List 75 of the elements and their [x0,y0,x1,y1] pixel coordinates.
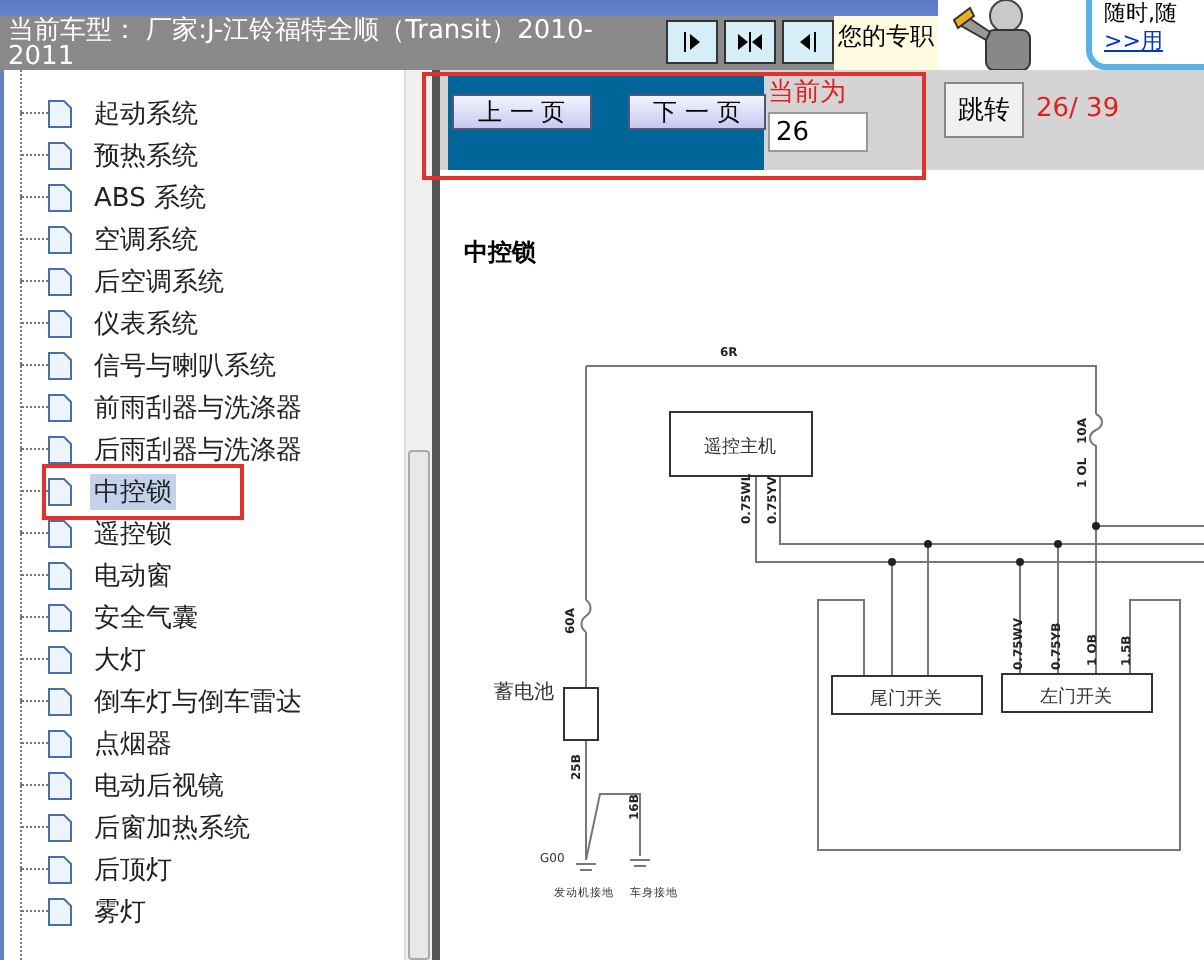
promo-box-text: 随时,随 [1104,0,1179,28]
vehicle-title: 当前车型： 厂家:J-江铃福特全顺（Transit）2010-2011 [0,16,660,70]
arrow-left-icon [796,32,820,52]
panel-toggle-button[interactable] [782,20,834,64]
arrows-inward-icon [738,32,762,52]
tree-item[interactable]: 空调系统 [90,221,202,257]
component-label: 左门开关 [1040,688,1112,708]
tree-item[interactable]: 后雨刮器与洗涤器 [90,431,306,467]
junction-dot [1054,540,1062,548]
component-label: 蓄电池 [494,682,554,704]
tree-item[interactable]: 遥控锁 [90,515,176,551]
tree-item[interactable]: 倒车灯与倒车雷达 [90,683,306,719]
tree-item[interactable]: ABS 系统 [90,179,210,215]
diagram-heading: 中控锁 [464,236,536,270]
junction-dot [1092,522,1100,530]
document-icon [48,519,72,547]
promo-link[interactable]: >>用 [1104,28,1163,54]
tree-item[interactable]: 雾灯 [90,893,150,929]
document-icon [48,855,72,883]
component-label: 遥控主机 [704,438,776,458]
component-box [669,411,813,477]
next-page-button[interactable]: 下 一 页 [627,94,767,130]
document-icon [48,813,72,841]
tree-item[interactable]: 信号与喇叭系统 [90,347,280,383]
battery-symbol [563,687,599,741]
tree-item[interactable]: 后空调系统 [90,263,228,299]
ground-symbol [629,859,651,867]
document-icon [48,309,72,337]
tree-item[interactable]: 起动系统 [90,95,202,131]
document-icon [48,351,72,379]
document-icon [48,687,72,715]
document-icon [48,99,72,127]
previous-page-button[interactable]: 上 一 页 [452,94,592,130]
document-icon [48,393,72,421]
document-icon [48,267,72,295]
tree-item[interactable]: 电动窗 [90,557,176,593]
tree-item[interactable]: 大灯 [90,641,150,677]
tree-item[interactable]: 仪表系统 [90,305,202,341]
current-page-label: 当前为 [768,80,848,108]
panel-toggle-button[interactable] [666,20,718,64]
document-icon [48,603,72,631]
arrow-right-icon [680,32,704,52]
jump-button[interactable]: 跳转 [944,82,1024,138]
document-icon [48,897,72,925]
tree-item[interactable]: 后窗加热系统 [90,809,254,845]
promo-text: 您的专职 [834,16,938,70]
fuse-symbol [1089,413,1103,463]
scrollbar-thumb[interactable] [408,450,430,960]
tree-item[interactable]: 点烟器 [90,725,176,761]
document-icon [48,141,72,169]
document-icon [48,729,72,757]
tree-item[interactable]: 预热系统 [90,137,202,173]
document-icon [48,771,72,799]
fuse-symbol [580,599,592,633]
tree-item[interactable]: 后顶灯 [90,851,176,887]
document-icon [48,435,72,463]
junction-dot [924,540,932,548]
tree-item[interactable]: 前雨刮器与洗涤器 [90,389,306,425]
tree-item[interactable]: 电动后视镜 [90,767,228,803]
document-icon [48,183,72,211]
panel-toggle-button[interactable] [724,20,776,64]
page-input[interactable]: 26 [768,112,868,152]
ground-symbol [575,863,597,871]
junction-dot [888,558,896,566]
document-icon [48,477,72,505]
tree-item[interactable]: 中控锁 [90,473,176,509]
page-count: 26/ 39 [1036,94,1120,124]
scrollbar[interactable] [404,70,432,960]
document-icon [48,645,72,673]
component-label: 尾门开关 [870,690,942,710]
tree-item[interactable]: 安全气囊 [90,599,202,635]
junction-dot [1016,558,1024,566]
document-icon [48,561,72,589]
document-icon [48,225,72,253]
wire [585,631,587,689]
